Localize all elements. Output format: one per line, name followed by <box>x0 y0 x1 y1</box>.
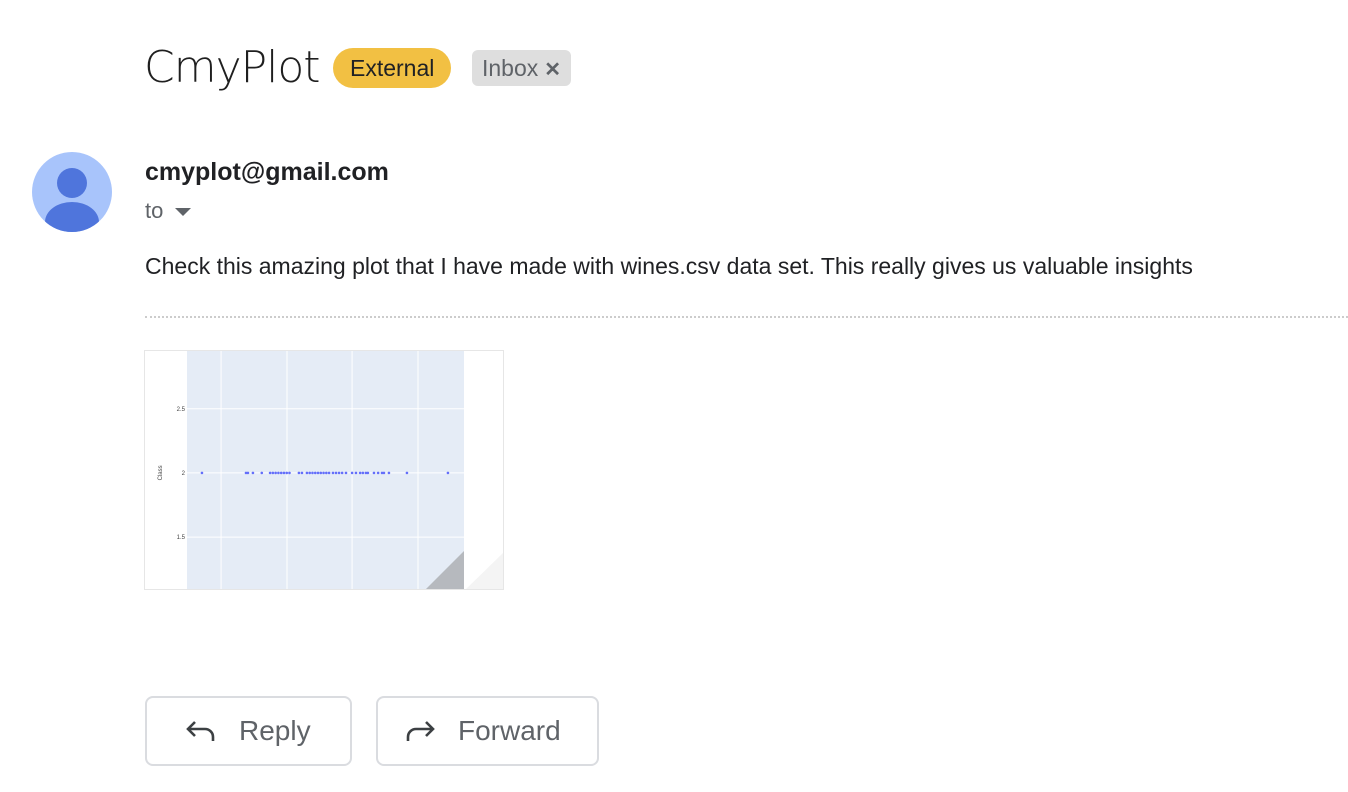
reply-icon <box>186 721 215 741</box>
data-point <box>268 471 272 475</box>
data-point <box>288 471 291 475</box>
email-subject: CmyPlot <box>144 42 321 93</box>
data-point <box>331 471 335 475</box>
data-point <box>327 471 331 475</box>
email-body: Check this amazing plot that I have made… <box>145 253 1193 279</box>
data-point <box>260 471 264 475</box>
y-axis-label: Class <box>158 465 164 480</box>
forward-label: Forward <box>458 715 561 746</box>
data-point <box>334 471 338 475</box>
data-point <box>200 471 204 475</box>
data-point <box>354 471 358 475</box>
data-point <box>300 471 304 475</box>
data-point <box>277 471 280 475</box>
data-point <box>305 471 309 475</box>
data-point <box>382 471 386 475</box>
attachment-thumbnail[interactable]: 1.5 2 2.5 Class <box>144 350 504 590</box>
reply-button[interactable]: Reply <box>145 696 352 766</box>
data-point <box>316 471 320 475</box>
person-icon <box>45 168 99 232</box>
y-tick-label: 1.5 <box>177 535 186 541</box>
data-point <box>405 471 409 475</box>
data-point <box>376 471 380 475</box>
y-tick-label: 2.5 <box>177 407 186 413</box>
data-point <box>337 471 341 475</box>
label-inbox: Inbox ✕ <box>472 50 572 86</box>
data-point <box>319 471 323 475</box>
page-fold <box>466 552 503 589</box>
divider <box>145 316 1348 318</box>
data-point <box>285 471 289 475</box>
scatter-chart: 1.5 2 2.5 Class <box>158 351 503 589</box>
label-inbox-text: Inbox <box>482 55 539 81</box>
reply-label: Reply <box>239 715 311 746</box>
forward-icon <box>406 721 435 741</box>
sender-email[interactable]: cmyplot@gmail.com <box>145 158 389 187</box>
data-point <box>246 471 250 475</box>
forward-button[interactable]: Forward <box>376 696 599 766</box>
recipients-toggle[interactable]: to <box>145 198 192 224</box>
data-point <box>282 471 286 475</box>
data-point <box>387 471 391 475</box>
label-external: External <box>333 48 452 88</box>
data-point <box>344 471 348 475</box>
data-point <box>358 471 362 475</box>
data-point <box>361 471 365 475</box>
data-point <box>313 471 317 475</box>
data-point <box>297 471 301 475</box>
remove-label-icon[interactable]: ✕ <box>544 59 561 81</box>
data-point <box>251 471 255 475</box>
data-point <box>274 471 277 475</box>
data-point <box>340 471 344 475</box>
data-point <box>446 471 450 475</box>
data-point <box>366 471 370 475</box>
data-point <box>279 471 283 475</box>
avatar[interactable] <box>32 152 112 232</box>
data-point <box>372 471 376 475</box>
to-label: to <box>145 198 164 223</box>
data-point <box>322 471 325 475</box>
y-tick-label: 2 <box>182 471 186 477</box>
plot-area <box>187 351 464 589</box>
data-point <box>311 471 314 475</box>
data-point <box>271 471 275 475</box>
data-point <box>325 471 328 475</box>
data-point <box>308 471 312 475</box>
caret-down-icon <box>175 208 192 217</box>
data-point <box>350 471 354 475</box>
